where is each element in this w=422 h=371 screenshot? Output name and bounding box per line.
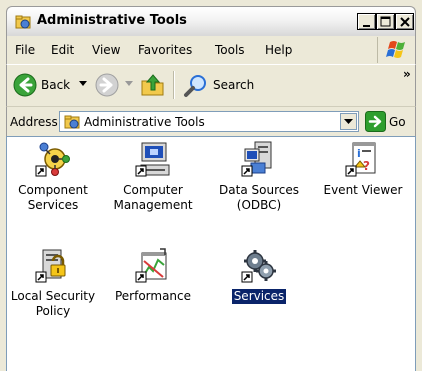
item-data-sources-odbc[interactable]: Data Sources (ODBC): [213, 141, 305, 213]
item-computer-management[interactable]: Computer Management: [107, 141, 199, 213]
item-performance[interactable]: Performance: [107, 247, 199, 304]
component-services-icon: [35, 142, 70, 177]
administrative-tools-icon: [64, 115, 80, 129]
address-dropdown-button[interactable]: [340, 113, 357, 130]
folder-up-icon[interactable]: [139, 71, 167, 99]
back-button-label[interactable]: Back: [41, 78, 70, 92]
item-label: Data Sources (ODBC): [219, 183, 299, 212]
item-label: Component Services: [18, 183, 88, 212]
window-title: Administrative Tools: [37, 13, 187, 28]
computer-management-icon: [135, 142, 170, 177]
menu-help[interactable]: Help: [265, 43, 292, 57]
menu-view[interactable]: View: [92, 43, 120, 57]
item-local-security-policy[interactable]: Local Security Policy: [7, 247, 99, 319]
go-arrow-icon: [365, 111, 386, 132]
go-button-label: Go: [389, 115, 406, 129]
item-event-viewer[interactable]: i ? Event Viewer: [317, 141, 409, 198]
performance-icon: [135, 248, 167, 283]
item-label: Services: [231, 289, 287, 304]
toolbar-separator: [173, 71, 174, 99]
forward-arrow-icon[interactable]: [95, 73, 119, 97]
menu-bar: File Edit View Favorites Tools Help: [6, 36, 416, 64]
windows-logo: [377, 37, 416, 63]
item-label: Event Viewer: [323, 183, 403, 197]
address-value: Administrative Tools: [84, 115, 205, 129]
menu-tools[interactable]: Tools: [215, 43, 245, 57]
minimize-icon: [363, 25, 370, 27]
maximize-button[interactable]: [376, 13, 395, 30]
svg-text:i: i: [357, 147, 361, 160]
item-component-services[interactable]: Component Services: [7, 141, 99, 213]
close-icon: [400, 17, 410, 27]
standard-toolbar: Back Search »: [6, 64, 416, 106]
back-dropdown-icon[interactable]: [79, 81, 87, 87]
address-bar: Address Administrative Tools Go: [6, 106, 416, 136]
address-input[interactable]: Administrative Tools: [59, 111, 359, 132]
forward-dropdown-icon[interactable]: [125, 81, 133, 87]
event-viewer-icon: i ?: [345, 142, 376, 177]
maximize-icon: [380, 16, 391, 27]
local-security-policy-icon: [35, 249, 66, 283]
file-view: Component Services Computer Management D…: [6, 136, 416, 371]
explorer-window: Administrative Tools File Edit View Favo…: [0, 0, 422, 371]
back-arrow-icon[interactable]: [13, 73, 37, 97]
item-services[interactable]: Services: [213, 247, 305, 304]
go-button[interactable]: Go: [365, 111, 413, 132]
menu-favorites[interactable]: Favorites: [138, 43, 192, 57]
menu-file[interactable]: File: [15, 43, 35, 57]
chevron-down-icon: [344, 119, 353, 124]
services-gears-icon: [241, 250, 276, 283]
data-sources-icon: [241, 141, 272, 177]
address-label: Address: [10, 115, 58, 129]
item-label: Local Security Policy: [10, 289, 96, 318]
administrative-tools-icon: [15, 15, 31, 29]
menu-edit[interactable]: Edit: [51, 43, 74, 57]
minimize-button[interactable]: [357, 13, 376, 30]
item-label: Computer Management: [113, 183, 193, 212]
close-button[interactable]: [395, 13, 414, 30]
title-bar[interactable]: Administrative Tools: [6, 6, 416, 36]
toolbar-overflow-chevron[interactable]: »: [403, 67, 411, 81]
search-icon[interactable]: [183, 73, 209, 99]
item-label: Performance: [114, 289, 192, 303]
windows-flag-icon: [386, 41, 405, 58]
search-button-label[interactable]: Search: [213, 78, 254, 92]
